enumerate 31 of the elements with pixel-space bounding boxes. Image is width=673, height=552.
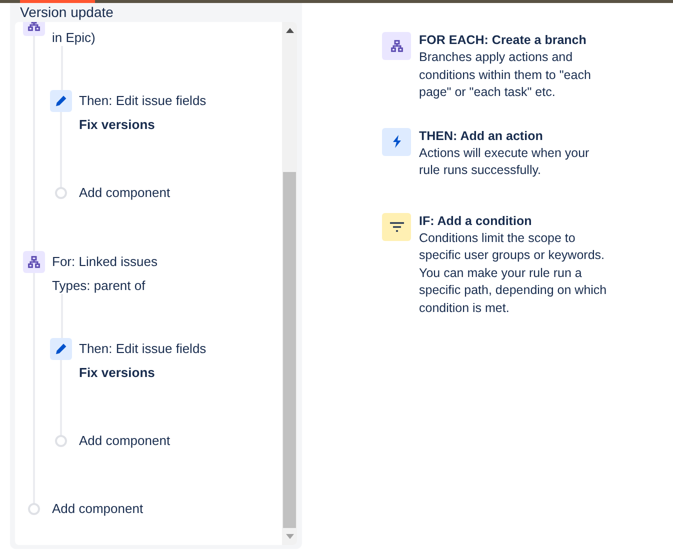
branch-detail: Types: parent of [52,278,146,294]
hierarchy-icon [28,22,40,31]
action-title: Then: Edit issue fields [79,341,206,357]
scroll-thumb[interactable] [283,172,296,528]
pencil-icon [55,343,67,355]
help-title: THEN: Add an action [419,128,544,144]
add-component-link[interactable]: Add component [52,501,144,517]
circle-icon [28,503,40,515]
add-component-link[interactable]: Add component [79,185,170,201]
action-title: Then: Edit issue fields [79,93,206,109]
hierarchy-icon [28,256,40,268]
branch-title: For: Linked issues [52,254,158,270]
hierarchy-icon [390,40,402,52]
down-arrow-icon[interactable] [286,534,294,539]
help-title: FOR EACH: Create a branch [419,32,588,49]
pencil-icon [55,95,67,107]
help-description: Conditions limit the scope to specific user groups or keywords. You can make your rule run a specific path, depending on which condition is met. [419,230,608,316]
up-arrow-icon[interactable] [286,28,294,33]
rule-title: Version update [20,4,114,20]
field-name: Fix versions [79,117,156,133]
scrollbar[interactable] [282,22,297,545]
help-description: Actions will execute when your rule runs successfully. [419,144,590,179]
help-title: IF: Add a condition [419,212,533,230]
circle-icon [55,435,67,447]
filter-icon [390,222,404,232]
help-description: Branches apply actions and conditions within them to "each page" or "each task" etc. [419,49,592,101]
branch-title: in Epic) [52,30,96,46]
lightning-icon [392,135,402,148]
field-name: Fix versions [79,365,156,381]
circle-icon [55,187,67,199]
add-component-link[interactable]: Add component [79,433,170,449]
